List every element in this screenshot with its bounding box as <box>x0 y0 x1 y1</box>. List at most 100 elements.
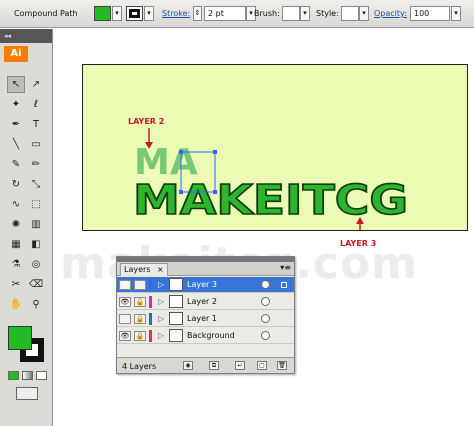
slice-tool[interactable]: ✂ <box>7 276 25 293</box>
layer-name[interactable]: Layer 1 <box>187 314 217 323</box>
layer-row[interactable]: 👁 ▷ Layer 3 <box>117 277 294 293</box>
tools-panel-header[interactable]: ◂◂ <box>0 29 52 43</box>
column-graph-tool[interactable]: ▥ <box>27 216 45 233</box>
target-circle-icon[interactable] <box>261 314 270 323</box>
lock-toggle-icon[interactable]: 🔒 <box>134 331 146 341</box>
warp-tool[interactable]: ∿ <box>7 196 25 213</box>
layer-row[interactable]: 🔒 ▷ Layer 1 <box>117 311 294 327</box>
brush-dropdown[interactable]: ▾ <box>300 6 310 21</box>
opacity-label-link[interactable]: Opacity: <box>374 9 407 18</box>
layer-name[interactable]: Background <box>187 331 235 340</box>
selection-handle[interactable] <box>179 190 183 194</box>
expand-triangle-icon[interactable]: ▷ <box>158 297 164 306</box>
free-transform-tool[interactable]: ⬚ <box>27 196 45 213</box>
line-segment-tool[interactable]: ╲ <box>7 136 25 153</box>
expand-triangle-icon[interactable]: ▷ <box>158 331 164 340</box>
lock-toggle-icon[interactable]: 🔒 <box>134 297 146 307</box>
layer-row[interactable]: 👁 🔒 ▷ Layer 2 <box>117 294 294 310</box>
lasso-tool[interactable]: ℓ <box>27 96 45 113</box>
control-bar: Compound Path ▾ ▾ Stroke: ⇕ 2 pt ▾ Brush… <box>0 0 474 28</box>
blend-tool[interactable]: ◎ <box>27 256 45 273</box>
layer-color-indicator <box>149 296 152 308</box>
magic-wand-tool[interactable]: ✦ <box>7 96 25 113</box>
target-circle-icon[interactable] <box>261 331 270 340</box>
collapse-icon[interactable]: ◂◂ <box>4 32 11 40</box>
illustrator-logo: Ai <box>4 46 28 62</box>
layer-thumbnail <box>169 312 183 325</box>
pen-tool[interactable]: ✒ <box>7 116 25 133</box>
style-dropdown[interactable]: ▾ <box>359 6 369 21</box>
stroke-weight-field[interactable]: 2 pt <box>204 6 246 21</box>
make-clipping-mask-icon[interactable]: ⧉ <box>209 361 219 370</box>
fill-stroke-widget <box>8 326 48 366</box>
rotate-tool[interactable]: ↻ <box>7 176 25 193</box>
color-mode-button[interactable] <box>8 371 19 380</box>
eyedropper-tool[interactable]: ⚗ <box>7 256 25 273</box>
type-tool[interactable]: T <box>27 116 45 133</box>
target-circle-icon[interactable] <box>261 280 270 289</box>
eraser-tool[interactable]: ⌫ <box>27 276 45 293</box>
selected-art-indicator[interactable] <box>281 282 287 288</box>
brush-swatch[interactable] <box>282 6 300 21</box>
stroke-dropdown-arrow[interactable]: ▾ <box>144 6 154 21</box>
gradient-mode-button[interactable] <box>22 371 33 380</box>
tool-grid: ↖ ↗ ✦ ℓ ✒ T ╲ ▭ ✎ ✏ ↻ ⤡ ∿ ⬚ ✺ ▥ ▦ ◧ ⚗ ◎ ✂ ⌫ ✋ ⚲ <box>6 75 48 315</box>
symbol-sprayer-tool[interactable]: ✺ <box>7 216 25 233</box>
gradient-tool[interactable]: ◧ <box>27 236 45 253</box>
direct-selection-tool[interactable]: ↗ <box>27 76 45 93</box>
panel-menu-icon[interactable]: ▾≡ <box>280 263 291 272</box>
annotation-layer2: LAYER 2 <box>128 117 165 126</box>
fill-dropdown-arrow[interactable]: ▾ <box>112 6 122 21</box>
layer-name[interactable]: Layer 3 <box>187 280 217 289</box>
visibility-toggle-icon[interactable] <box>119 314 131 324</box>
visibility-toggle-icon[interactable]: 👁 <box>119 297 131 307</box>
visibility-toggle-icon[interactable]: 👁 <box>119 331 131 341</box>
fill-color-swatch[interactable] <box>94 6 111 21</box>
selection-handle[interactable] <box>213 150 217 154</box>
create-new-layer-icon[interactable]: ▢ <box>257 361 267 370</box>
layer-color-indicator <box>149 279 152 291</box>
paintbrush-tool[interactable]: ✎ <box>7 156 25 173</box>
selection-handle[interactable] <box>179 150 183 154</box>
layers-tab[interactable]: Layers × <box>120 263 168 276</box>
layer-thumbnail <box>169 329 183 342</box>
pencil-tool[interactable]: ✏ <box>27 156 45 173</box>
mesh-tool[interactable]: ▦ <box>7 236 25 253</box>
screen-mode-button[interactable] <box>16 387 38 400</box>
none-mode-button[interactable] <box>36 371 47 380</box>
expand-triangle-icon[interactable]: ▷ <box>158 314 164 323</box>
layer-row[interactable]: 👁 🔒 ▷ Background <box>117 328 294 344</box>
rectangle-tool[interactable]: ▭ <box>27 136 45 153</box>
selection-tool[interactable]: ↖ <box>7 76 25 93</box>
layer-color-indicator <box>149 330 152 342</box>
layers-panel: Layers × ▾≡ 👁 ▷ Layer 3 👁 🔒 ▷ Layer 2 🔒 ▷ Layer 1… <box>116 256 295 374</box>
locate-object-icon[interactable]: ◉ <box>183 361 193 370</box>
stroke-weight-stepper[interactable]: ⇕ <box>193 6 202 21</box>
artwork-canvas[interactable]: MA MAKEITCG <box>82 64 468 231</box>
close-icon[interactable]: × <box>157 265 164 274</box>
style-swatch[interactable] <box>341 6 359 21</box>
scale-tool[interactable]: ⤡ <box>27 176 45 193</box>
stroke-color-swatch[interactable] <box>126 6 143 21</box>
delete-layer-icon[interactable]: 🗑 <box>277 361 287 370</box>
stroke-label-link[interactable]: Stroke: <box>162 9 190 18</box>
layers-tab-label: Layers <box>124 265 151 274</box>
zoom-tool[interactable]: ⚲ <box>27 296 45 313</box>
expand-triangle-icon[interactable]: ▷ <box>158 280 164 289</box>
stroke-icon <box>129 9 140 18</box>
opacity-field[interactable]: 100 <box>410 6 450 21</box>
selection-handle[interactable] <box>213 190 217 194</box>
layer-name[interactable]: Layer 2 <box>187 297 217 306</box>
create-sublayer-icon[interactable]: ↵ <box>235 361 245 370</box>
lock-toggle-icon[interactable]: 🔒 <box>134 314 146 324</box>
layer-thumbnail <box>169 278 183 291</box>
opacity-dropdown[interactable]: ▾ <box>451 6 461 21</box>
fill-swatch[interactable] <box>8 326 32 350</box>
style-label: Style: <box>316 9 339 18</box>
lock-toggle-icon[interactable] <box>134 280 146 290</box>
object-type-label: Compound Path <box>14 9 78 18</box>
visibility-toggle-icon[interactable]: 👁 <box>119 280 131 290</box>
annotation-layer3: LAYER 3 <box>340 239 377 248</box>
hand-tool[interactable]: ✋ <box>7 296 25 313</box>
target-circle-icon[interactable] <box>261 297 270 306</box>
